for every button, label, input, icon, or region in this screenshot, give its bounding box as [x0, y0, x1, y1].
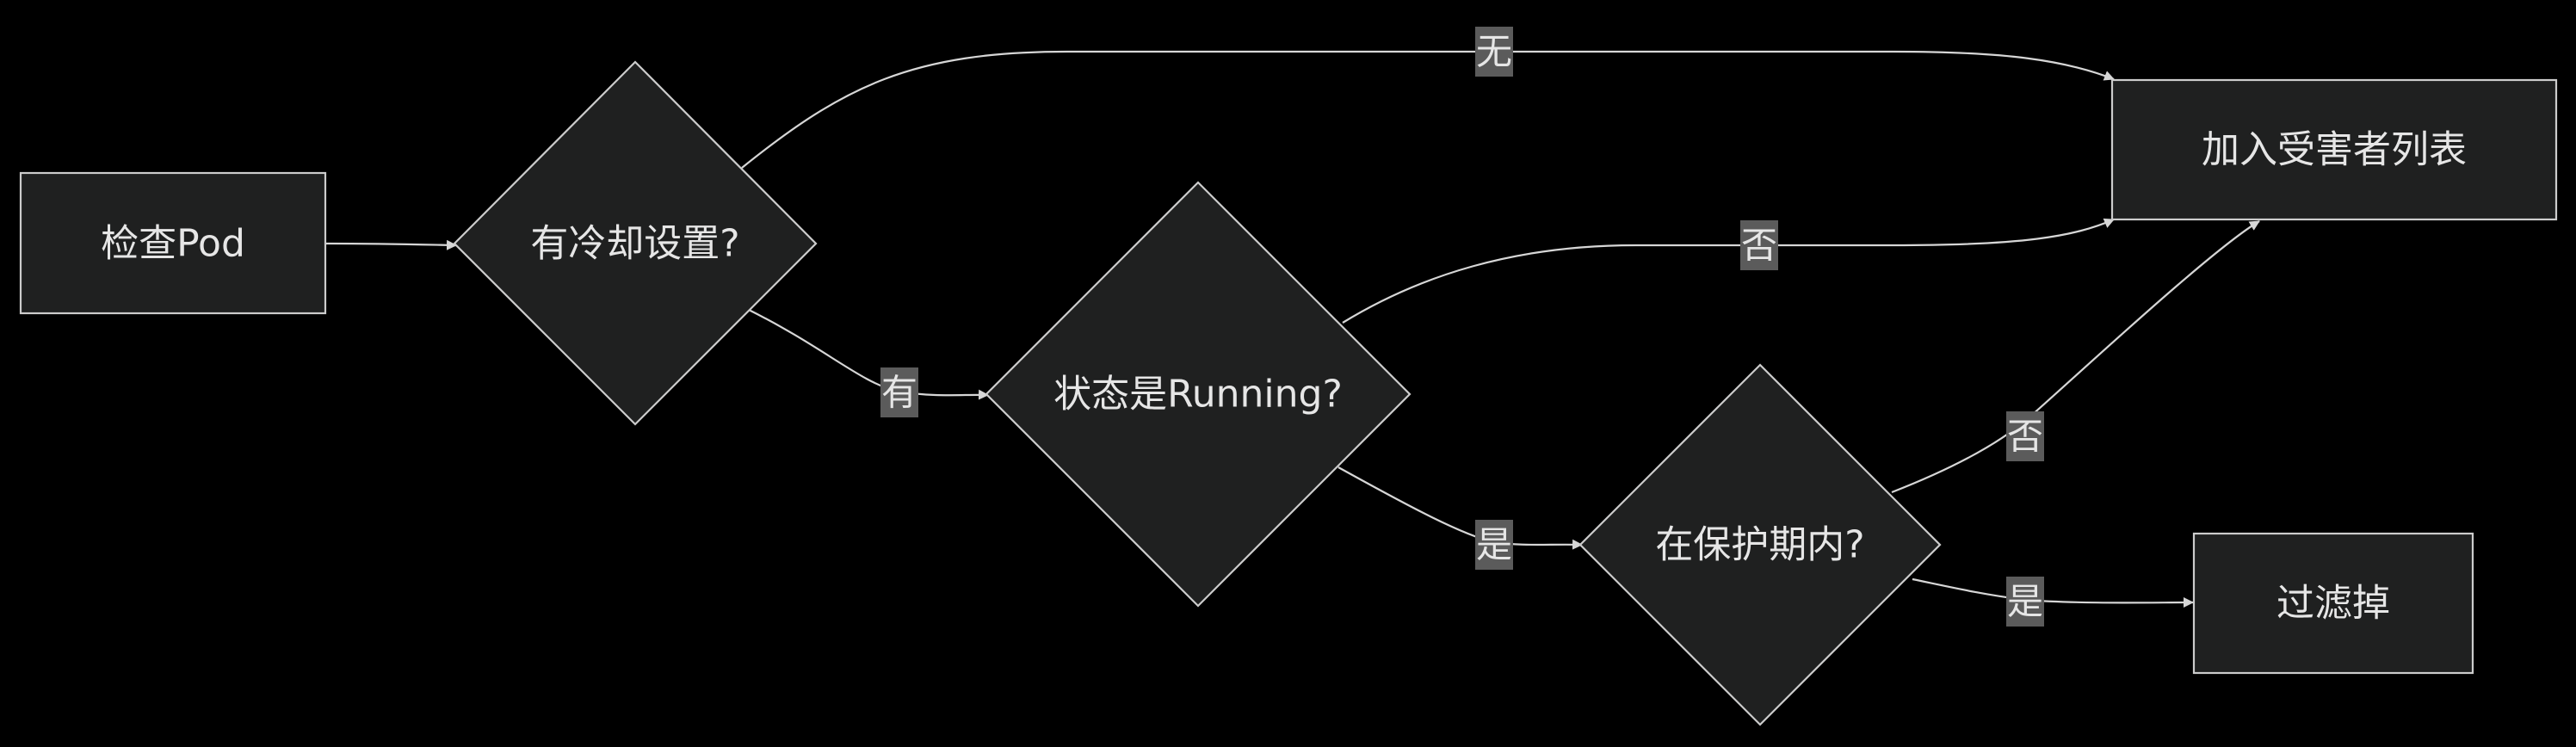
svg-text:是: 是: [2007, 581, 2043, 623]
node-check-pod[interactable]: 检查Pod: [19, 171, 327, 315]
svg-text:是: 是: [1476, 524, 1512, 566]
edge-label-yes-running: 是: [1475, 520, 1513, 570]
edge-running-no-to-victim: [1342, 218, 2115, 324]
edge-protection-no-to-victim: [1891, 220, 2260, 494]
nodes: 检查Pod 有冷却设置? 状态是Running? 在保护期内? 加入受害者列表: [19, 60, 2558, 726]
edge-protection-yes-to-filter: [1912, 577, 2194, 608]
edge-check-to-cooldown: [324, 239, 457, 250]
svg-text:过滤掉: 过滤掉: [2276, 582, 2390, 626]
edge-label-no-protection: 否: [2006, 411, 2044, 461]
node-filter-out[interactable]: 过滤掉: [2192, 532, 2474, 675]
svg-text:有: 有: [881, 372, 917, 414]
edge-label-none: 无: [1475, 27, 1513, 77]
svg-text:有冷却设置?: 有冷却设置?: [530, 222, 739, 266]
svg-text:检查Pod: 检查Pod: [101, 222, 245, 266]
edge-cooldown-none-to-victim: [741, 50, 2115, 169]
flowchart-canvas: 无 有 否 是 否 是 检查Pod 有冷却设置? 状态是Running? 在保护…: [0, 0, 2576, 747]
node-is-running[interactable]: 状态是Running?: [985, 181, 1412, 608]
edge-label-no-running: 否: [1740, 220, 1778, 270]
svg-text:否: 否: [2007, 416, 2043, 458]
node-in-protection[interactable]: 在保护期内?: [1578, 363, 1942, 726]
edge-label-yes-protection: 是: [2006, 577, 2044, 627]
edge-running-yes-to-protection: [1337, 466, 1583, 550]
edge-label-has: 有: [880, 367, 918, 417]
svg-text:状态是Running?: 状态是Running?: [1053, 373, 1343, 417]
svg-text:无: 无: [1476, 31, 1512, 73]
node-has-cooldown[interactable]: 有冷却设置?: [453, 60, 818, 426]
svg-text:否: 否: [1741, 225, 1777, 267]
edge-cooldown-has-to-running: [748, 309, 989, 400]
svg-text:在保护期内?: 在保护期内?: [1655, 523, 1864, 567]
svg-text:加入受害者列表: 加入受害者列表: [2202, 128, 2467, 172]
flowchart-svg: 无 有 否 是 否 是 检查Pod 有冷却设置? 状态是Running? 在保护…: [19, 27, 2558, 726]
node-add-victim[interactable]: 加入受害者列表: [2110, 78, 2558, 221]
